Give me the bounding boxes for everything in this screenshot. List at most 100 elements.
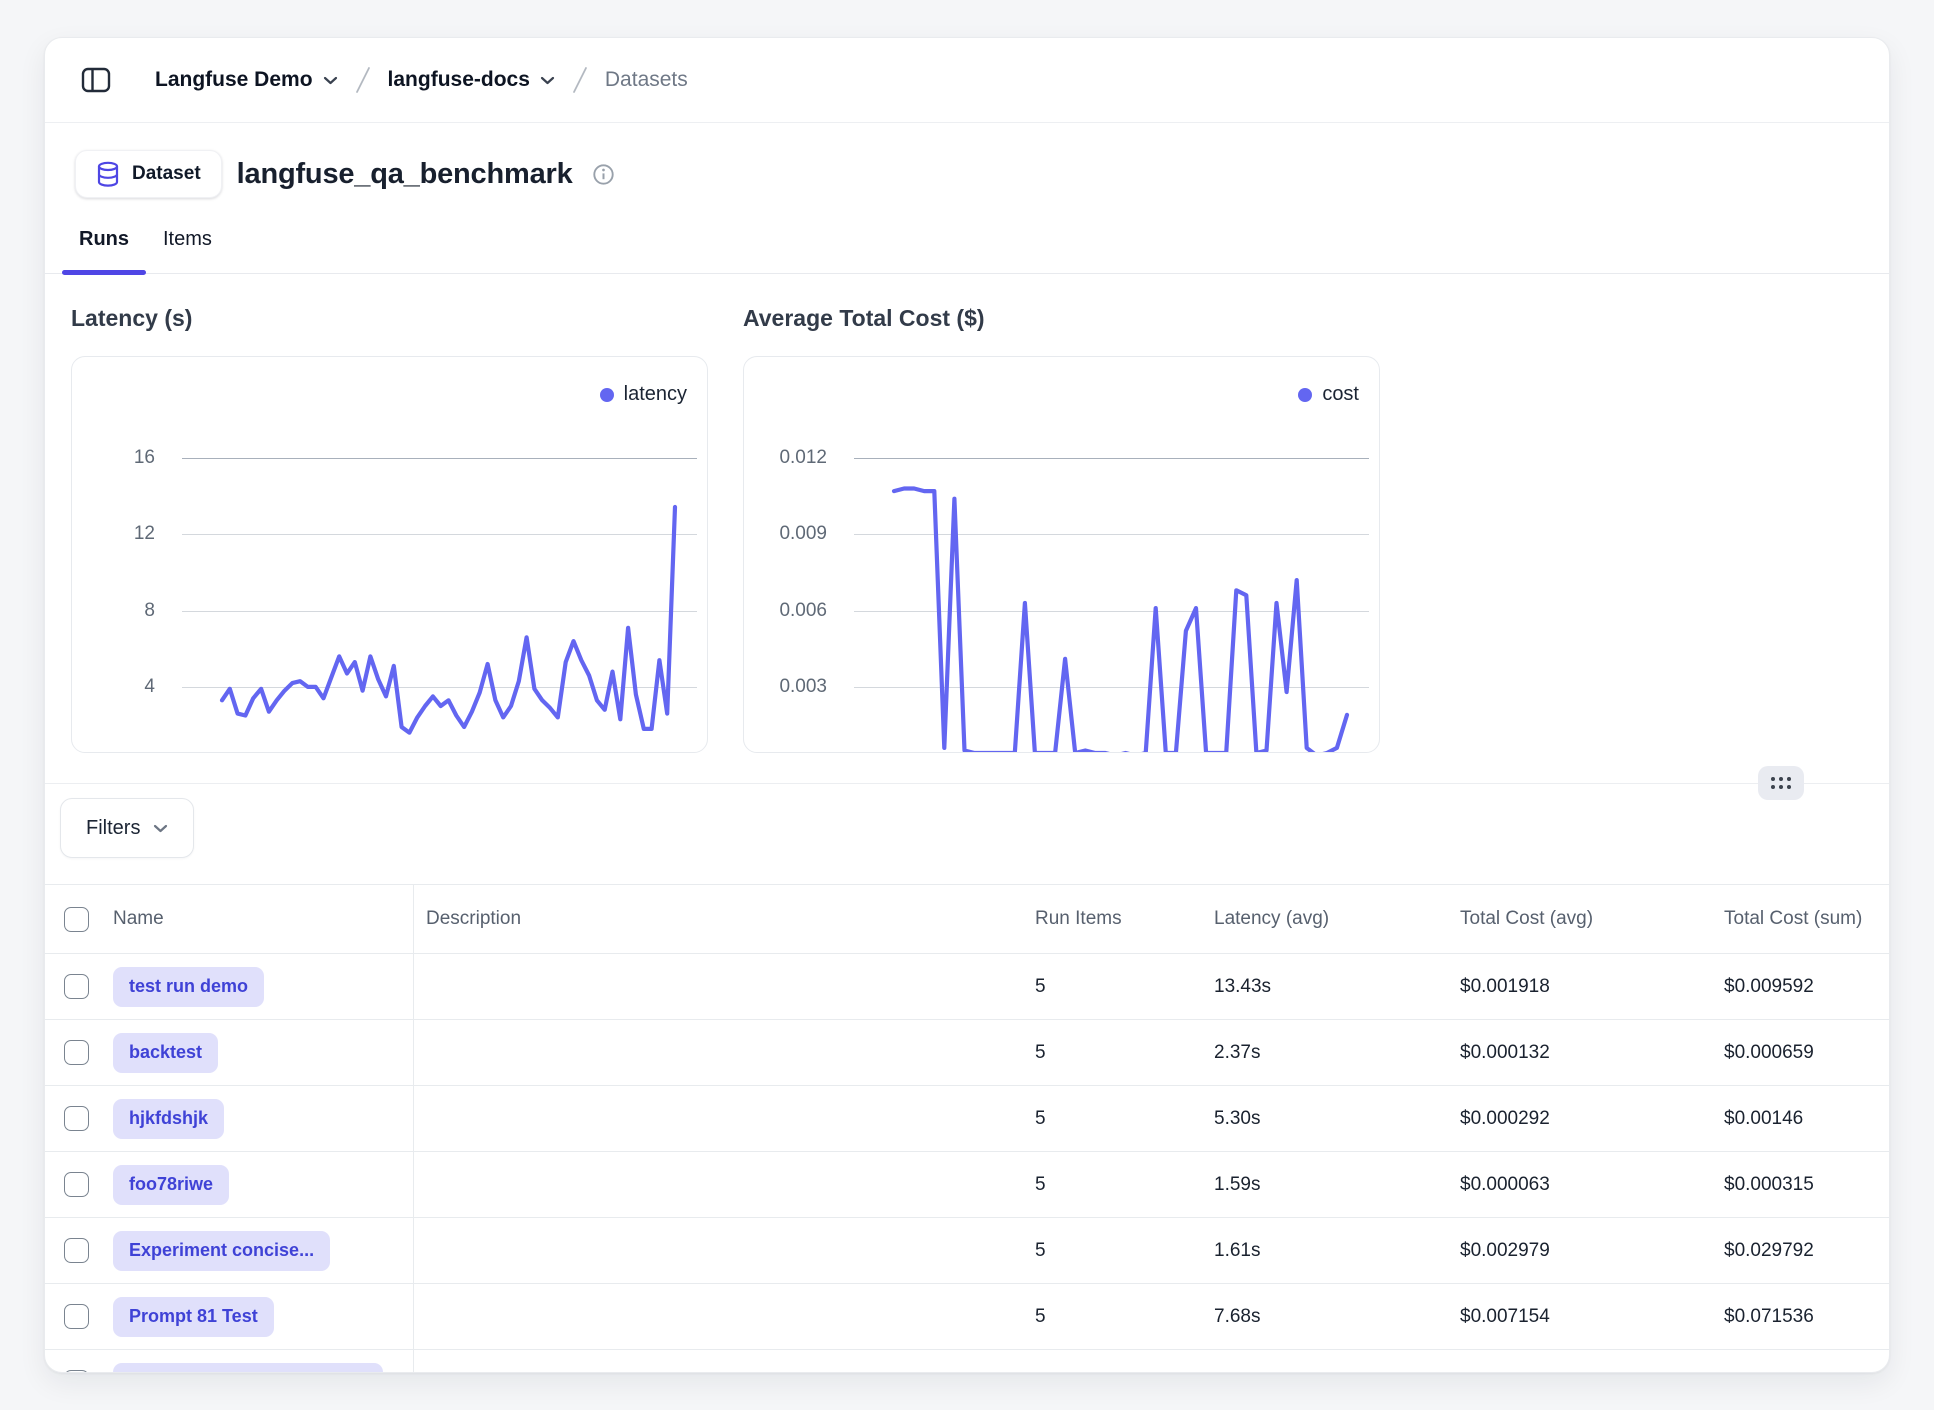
total-cost-avg-cell xyxy=(1460,1350,1724,1373)
total-cost-sum-cell xyxy=(1724,1350,1889,1373)
filters-button-label: Filters xyxy=(86,817,140,840)
run-name-pill[interactable]: Experiment concise... xyxy=(113,1231,330,1271)
column-header-run-items[interactable]: Run Items xyxy=(1035,885,1214,953)
latency-chart: latency 161284 xyxy=(71,356,708,753)
drag-handle[interactable] xyxy=(1758,766,1804,800)
table-row[interactable]: hjkfdshjk55.30s$0.000292$0.00146 xyxy=(45,1086,1889,1152)
legend-label: cost xyxy=(1322,383,1359,406)
row-checkbox[interactable] xyxy=(64,1106,89,1131)
total-cost-sum-cell: $0.009592 xyxy=(1724,954,1889,1019)
chevron-down-icon xyxy=(153,824,168,833)
column-header-description[interactable]: Description xyxy=(414,885,1035,953)
breadcrumb-separator xyxy=(354,65,372,95)
filters-button[interactable]: Filters xyxy=(60,798,194,858)
latency-chart-title: Latency (s) xyxy=(71,304,708,332)
panel-divider xyxy=(45,783,1889,784)
run-name-pill[interactable]: hjkfdshjk xyxy=(113,1099,224,1139)
breadcrumb: Langfuse Demo langfuse-docs Datasets xyxy=(155,65,688,95)
top-bar: Langfuse Demo langfuse-docs Datasets xyxy=(45,38,1889,123)
table-body: test run demo513.43s$0.001918$0.009592ba… xyxy=(45,954,1889,1373)
run-name-cell: hjkfdshjk xyxy=(111,1086,414,1151)
table-row[interactable]: foo78riwe51.59s$0.000063$0.000315 xyxy=(45,1152,1889,1218)
run-items-cell: 5 xyxy=(1035,1086,1214,1151)
breadcrumb-project-label: langfuse-docs xyxy=(388,68,530,92)
latency-avg-cell: 13.43s xyxy=(1214,954,1460,1019)
cost-line-series xyxy=(744,357,1380,753)
row-select-cell xyxy=(45,1218,111,1283)
latency-avg-cell: 5.30s xyxy=(1214,1086,1460,1151)
row-select-cell xyxy=(45,1350,111,1373)
row-checkbox[interactable] xyxy=(64,1040,89,1065)
breadcrumb-org-dropdown[interactable]: Langfuse Demo xyxy=(155,68,338,92)
latency-chart-legend: latency xyxy=(600,383,687,406)
column-header-total-cost-sum[interactable]: Total Cost (sum) xyxy=(1724,885,1889,953)
database-icon xyxy=(96,161,120,188)
run-name-pill[interactable]: Prompt 81 Test xyxy=(113,1297,274,1337)
row-checkbox[interactable] xyxy=(64,974,89,999)
total-cost-avg-cell: $0.002979 xyxy=(1460,1218,1724,1283)
description-cell xyxy=(414,1218,1035,1283)
grip-dots-icon xyxy=(1771,777,1791,789)
total-cost-sum-cell: $0.000659 xyxy=(1724,1020,1889,1085)
table-row[interactable]: test run demo513.43s$0.001918$0.009592 xyxy=(45,954,1889,1020)
charts-section: Latency (s) latency 161284 Average Total… xyxy=(45,304,1889,753)
row-checkbox[interactable] xyxy=(64,1304,89,1329)
run-name-pill[interactable]: backtest xyxy=(113,1033,218,1073)
page-header: Dataset langfuse_qa_benchmark xyxy=(75,150,1889,198)
breadcrumb-datasets-link[interactable]: Datasets xyxy=(605,68,688,92)
description-cell xyxy=(414,1152,1035,1217)
chevron-down-icon xyxy=(540,76,555,85)
column-header-latency-avg[interactable]: Latency (avg) xyxy=(1214,885,1460,953)
run-items-cell xyxy=(1035,1350,1214,1373)
description-cell xyxy=(414,1284,1035,1349)
description-cell xyxy=(414,1086,1035,1151)
breadcrumb-separator xyxy=(571,65,589,95)
row-select-cell xyxy=(45,1284,111,1349)
latency-avg-cell: 1.59s xyxy=(1214,1152,1460,1217)
table-row[interactable]: backtest52.37s$0.000132$0.000659 xyxy=(45,1020,1889,1086)
run-name-cell: foo78riwe xyxy=(111,1152,414,1217)
table-header-row: NameDescriptionRun ItemsLatency (avg)Tot… xyxy=(45,884,1889,954)
row-checkbox[interactable] xyxy=(64,1172,89,1197)
filters-section: Filters xyxy=(60,798,1889,858)
sidebar-toggle-button[interactable] xyxy=(75,59,117,101)
breadcrumb-project-dropdown[interactable]: langfuse-docs xyxy=(388,68,555,92)
description-cell xyxy=(414,1350,1035,1373)
breadcrumb-org-label: Langfuse Demo xyxy=(155,68,313,92)
row-checkbox[interactable] xyxy=(64,1370,89,1373)
info-icon[interactable] xyxy=(592,163,615,186)
latency-avg-cell: 7.68s xyxy=(1214,1284,1460,1349)
breadcrumb-datasets-label: Datasets xyxy=(605,68,688,92)
chevron-down-icon xyxy=(323,76,338,85)
cost-chart: cost 0.0120.0090.0060.003 xyxy=(743,356,1380,753)
legend-dot-icon xyxy=(600,388,614,402)
cost-chart-title: Average Total Cost ($) xyxy=(743,304,1380,332)
description-cell xyxy=(414,1020,1035,1085)
latency-avg-cell xyxy=(1214,1350,1460,1373)
row-checkbox[interactable] xyxy=(64,1238,89,1263)
column-header-total-cost-avg[interactable]: Total Cost (avg) xyxy=(1460,885,1724,953)
tab-runs[interactable]: Runs xyxy=(62,224,146,273)
row-select-cell xyxy=(45,1086,111,1151)
row-select-cell xyxy=(45,1152,111,1217)
table-row[interactable]: Prompt 81 Test57.68s$0.007154$0.071536 xyxy=(45,1284,1889,1350)
run-name-cell: Experiment concise... xyxy=(111,1218,414,1283)
row-select-cell xyxy=(45,1020,111,1085)
column-header-name[interactable]: Name xyxy=(111,885,414,953)
run-name-pill[interactable]: foo78riwe xyxy=(113,1165,229,1205)
table-row[interactable]: Experiment concise...51.61s$0.002979$0.0… xyxy=(45,1218,1889,1284)
run-name-pill[interactable]: test run demo xyxy=(113,967,264,1007)
table-row-partial[interactable] xyxy=(45,1350,1889,1373)
run-name-cell: test run demo xyxy=(111,954,414,1019)
tab-items[interactable]: Items xyxy=(146,224,229,273)
dataset-badge: Dataset xyxy=(75,150,222,198)
run-name-cell xyxy=(111,1350,414,1373)
select-all-checkbox[interactable] xyxy=(64,907,89,932)
dataset-badge-label: Dataset xyxy=(132,163,201,185)
total-cost-avg-cell: $0.000063 xyxy=(1460,1152,1724,1217)
total-cost-avg-cell: $0.000292 xyxy=(1460,1086,1724,1151)
latency-line-series xyxy=(72,357,708,753)
total-cost-sum-cell: $0.071536 xyxy=(1724,1284,1889,1349)
run-name-pill[interactable] xyxy=(113,1363,383,1374)
total-cost-avg-cell: $0.001918 xyxy=(1460,954,1724,1019)
